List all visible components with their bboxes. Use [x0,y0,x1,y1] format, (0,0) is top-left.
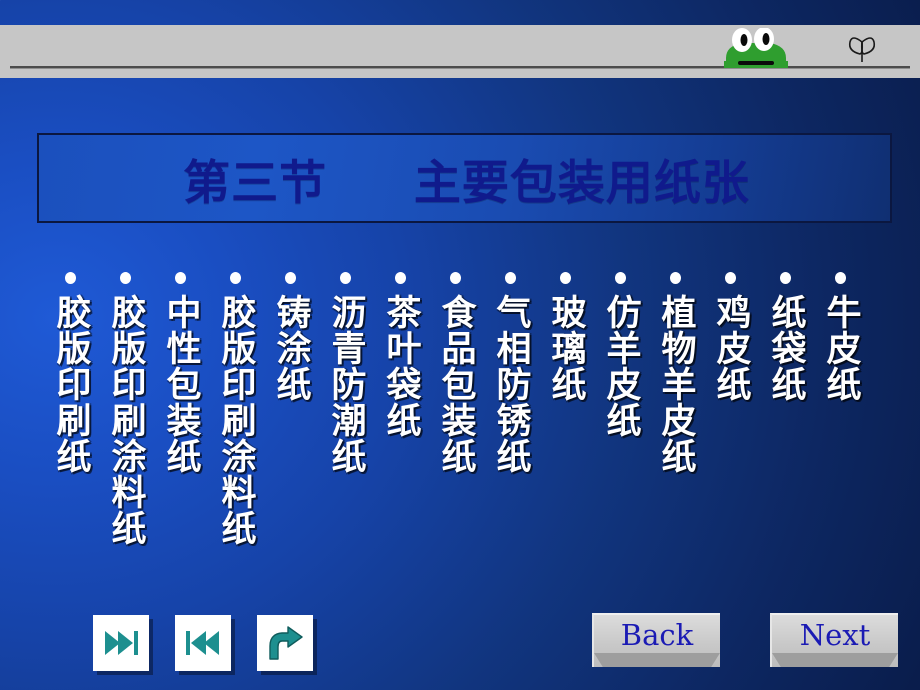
vertical-bullet-list: 牛皮纸 纸袋纸 鸡皮纸 植物羊皮纸 仿羊皮纸 玻璃纸 气相防锈纸 食品包装纸 茶… [0,272,920,602]
bullet-dot-icon [835,272,846,284]
butterfly-icon [848,37,876,62]
list-item: 胶版印刷涂料纸 [208,272,263,546]
next-button-bevel [772,653,898,667]
bullet-dot-icon [285,272,296,284]
bullet-dot-icon [615,272,626,284]
bullet-dot-icon [65,272,76,284]
return-button[interactable] [257,615,313,671]
page-title: 第三节 主要包装用纸张 [183,155,750,211]
list-item: 纸袋纸 [758,272,813,402]
list-item: 食品包装纸 [428,272,483,474]
list-item: 茶叶袋纸 [373,272,428,438]
list-item-label: 植物羊皮纸 [655,294,696,474]
list-item: 植物羊皮纸 [648,272,703,474]
list-item: 仿羊皮纸 [593,272,648,438]
list-item-label: 仿羊皮纸 [600,294,641,438]
curved-arrow-icon [269,626,303,660]
back-button[interactable]: Back [592,613,720,667]
list-item: 胶版印刷涂料纸 [98,272,153,546]
bullet-dot-icon [670,272,681,284]
list-item-label: 食品包装纸 [435,294,476,474]
bullet-dot-icon [505,272,516,284]
skip-backward-icon [186,631,219,655]
list-item: 玻璃纸 [538,272,593,402]
bullet-dot-icon [120,272,131,284]
skip-forward-button[interactable] [93,615,149,671]
back-button-bevel [594,653,720,667]
list-item-label: 胶版印刷涂料纸 [105,294,146,546]
list-item-label: 牛皮纸 [820,294,861,402]
presentation-slide: 第三节 主要包装用纸张 牛皮纸 纸袋纸 鸡皮纸 植物羊皮纸 仿羊皮纸 玻璃纸 气… [0,0,920,690]
back-button-label: Back [620,618,694,652]
skip-forward-icon [105,631,138,655]
skip-backward-button[interactable] [175,615,231,671]
list-item: 胶版印刷纸 [43,272,98,474]
list-item-label: 胶版印刷涂料纸 [215,294,256,546]
bullet-dot-icon [395,272,406,284]
list-item-label: 中性包装纸 [160,294,201,474]
list-item: 中性包装纸 [153,272,208,474]
bullet-dot-icon [175,272,186,284]
slide-title-box: 第三节 主要包装用纸张 [37,133,892,223]
list-item-label: 玻璃纸 [545,294,586,402]
bullet-dot-icon [560,272,571,284]
bullet-dot-icon [780,272,791,284]
list-item-label: 茶叶袋纸 [380,294,421,438]
list-item-label: 铸涂纸 [270,294,311,402]
list-item: 鸡皮纸 [703,272,758,402]
list-item-label: 胶版印刷纸 [50,294,91,474]
bullet-dot-icon [230,272,241,284]
list-item: 牛皮纸 [813,272,868,402]
list-item-label: 气相防锈纸 [490,294,531,474]
list-item-label: 鸡皮纸 [710,294,751,402]
banner-divider-line-highlight [10,68,910,69]
bullet-dot-icon [450,272,461,284]
list-item-label: 沥青防潮纸 [325,294,366,474]
next-button-label: Next [799,618,871,652]
list-item: 气相防锈纸 [483,272,538,474]
list-item: 沥青防潮纸 [318,272,373,474]
list-item-label: 纸袋纸 [765,294,806,402]
bullet-dot-icon [340,272,351,284]
next-button[interactable]: Next [770,613,898,667]
list-item: 铸涂纸 [263,272,318,402]
frog-icon [724,28,788,68]
bullet-dot-icon [725,272,736,284]
